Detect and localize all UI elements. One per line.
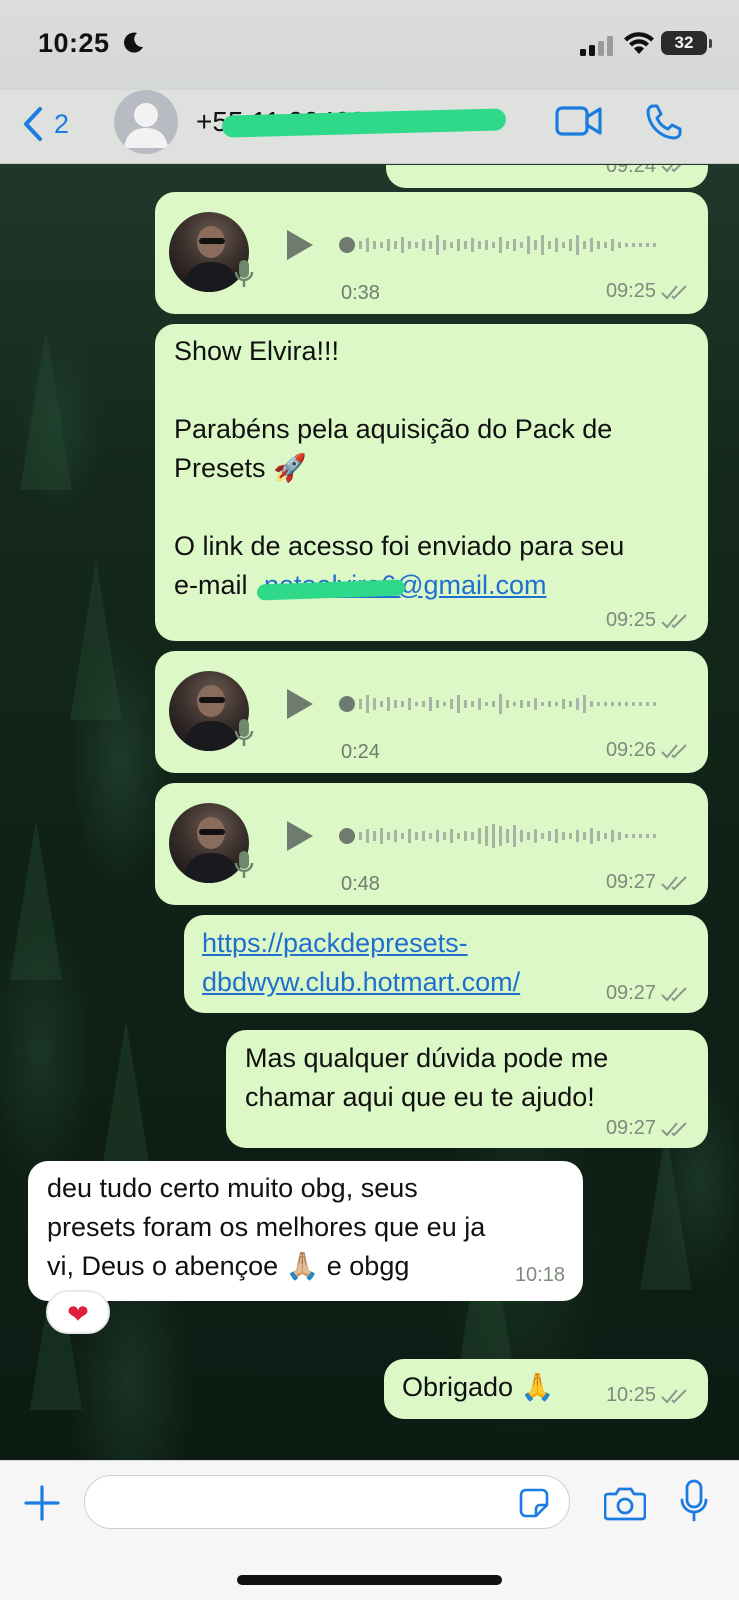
message-time: 10:25 bbox=[605, 1384, 656, 1406]
voice-message-bubble[interactable]: 0:38 09:25 bbox=[155, 192, 708, 314]
battery-icon: 32 bbox=[661, 31, 712, 55]
message-time: 09:24 bbox=[605, 165, 656, 177]
message-time: 09:27 bbox=[605, 871, 656, 893]
message-text-line: presets foram os melhores que eu ja bbox=[47, 1212, 486, 1242]
message-text-line: vi, Deus o abençoe 🙏🏼 e obgg bbox=[47, 1251, 410, 1281]
double-check-icon bbox=[661, 876, 687, 891]
message-text-line: Parabéns pela aquisição do Pack de bbox=[174, 414, 613, 444]
message-bubble-outgoing[interactable]: Obrigado 🙏 10:25 bbox=[384, 1359, 708, 1419]
message-text-line: deu tudo certo muito obg, seus bbox=[47, 1173, 418, 1203]
waveform[interactable] bbox=[339, 821, 669, 851]
double-check-icon bbox=[661, 744, 687, 759]
message-bubble-incoming[interactable]: deu tudo certo muito obg, seus presets f… bbox=[28, 1161, 583, 1301]
message-text-line: Show Elvira!!! bbox=[174, 336, 340, 366]
message-input[interactable] bbox=[84, 1475, 570, 1529]
message-text-line: Mas qualquer dúvida pode me bbox=[245, 1043, 609, 1073]
message-time: 09:27 bbox=[605, 1117, 656, 1139]
double-check-icon bbox=[661, 165, 682, 173]
voice-message-bubble[interactable]: 0:48 09:27 bbox=[155, 783, 708, 905]
message-time: 09:25 bbox=[605, 280, 656, 302]
message-text-line: Obrigado 🙏 bbox=[402, 1372, 555, 1402]
hotmart-link[interactable]: dbdwyw.club.hotmart.com/ bbox=[202, 963, 520, 1002]
message-composer bbox=[0, 1460, 739, 1600]
double-check-icon bbox=[661, 987, 687, 1002]
message-text-line: chamar aqui que eu te ajudo! bbox=[245, 1082, 595, 1112]
contact-avatar[interactable] bbox=[114, 90, 178, 154]
double-check-icon bbox=[661, 1389, 687, 1404]
message-bubble-outgoing[interactable]: 09:24 bbox=[386, 165, 708, 188]
waveform[interactable] bbox=[339, 230, 669, 260]
message-list[interactable]: 09:24 0:38 09:25 Show Elvira!!! Parabéns… bbox=[0, 165, 739, 1460]
back-button[interactable]: 2 bbox=[22, 104, 69, 144]
message-bubble-outgoing[interactable]: Show Elvira!!! Parabéns pela aquisição d… bbox=[155, 324, 708, 641]
double-check-icon bbox=[661, 1122, 687, 1137]
mic-badge-icon bbox=[234, 851, 254, 878]
play-icon[interactable] bbox=[285, 819, 315, 853]
play-icon[interactable] bbox=[285, 228, 315, 262]
waveform[interactable] bbox=[339, 689, 669, 719]
mic-badge-icon bbox=[234, 719, 254, 746]
sticker-icon[interactable] bbox=[518, 1487, 550, 1519]
play-icon[interactable] bbox=[285, 687, 315, 721]
chat-header: 2 +55 11 99498-1048 bbox=[0, 90, 739, 164]
avatar-placeholder-icon bbox=[124, 103, 168, 148]
status-bar: 10:25 32 bbox=[0, 0, 739, 90]
message-text-line: O link de acesso foi enviado para seu bbox=[174, 531, 625, 561]
hotmart-link[interactable]: https://packdepresets- bbox=[202, 924, 468, 963]
wifi-icon bbox=[624, 32, 654, 54]
message-time: 09:27 bbox=[605, 982, 656, 1004]
phone-call-icon[interactable] bbox=[644, 102, 684, 142]
signal-icon bbox=[580, 36, 613, 56]
message-bubble-outgoing[interactable]: Mas qualquer dúvida pode me chamar aqui … bbox=[226, 1030, 708, 1148]
voice-duration: 0:24 bbox=[341, 741, 380, 763]
status-time: 10:25 bbox=[38, 28, 110, 58]
video-call-icon[interactable] bbox=[555, 104, 603, 138]
camera-icon[interactable] bbox=[604, 1485, 646, 1521]
message-bubble-outgoing[interactable]: https://packdepresets- dbdwyw.club.hotma… bbox=[184, 915, 708, 1013]
voice-duration: 0:48 bbox=[341, 873, 380, 895]
moon-icon bbox=[124, 32, 143, 53]
mic-badge-icon bbox=[234, 260, 254, 287]
double-check-icon bbox=[661, 614, 687, 629]
home-indicator bbox=[237, 1575, 502, 1585]
voice-message-bubble[interactable]: 0:24 09:26 bbox=[155, 651, 708, 773]
voice-duration: 0:38 bbox=[341, 282, 380, 304]
back-chevron-icon bbox=[24, 107, 42, 141]
message-time: 09:25 bbox=[605, 609, 656, 631]
message-text-line: e-mail bbox=[174, 570, 248, 600]
message-time: 10:18 bbox=[514, 1264, 565, 1286]
unread-count: 2 bbox=[54, 108, 70, 139]
plus-icon[interactable] bbox=[22, 1483, 62, 1523]
double-check-icon bbox=[661, 285, 687, 300]
heart-reaction-icon[interactable]: ❤ bbox=[46, 1290, 110, 1334]
microphone-icon[interactable] bbox=[680, 1479, 708, 1523]
message-time: 09:26 bbox=[605, 739, 656, 761]
message-text-line: Presets 🚀 bbox=[174, 453, 307, 483]
